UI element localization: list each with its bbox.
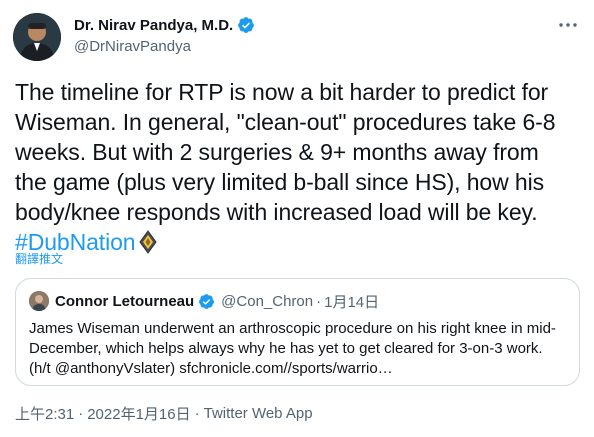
quoted-line: (h/t @anthonyVslater) sfchronicle.com//s… xyxy=(29,360,393,377)
more-dots-icon xyxy=(559,23,577,27)
quoted-author-name: Connor Letourneau xyxy=(55,292,195,310)
author-avatar-image xyxy=(13,13,61,61)
quoted-tweet[interactable]: Connor Letourneau @Con_Chron · 1月14日 Jam… xyxy=(15,278,580,386)
author-header: Dr. Nirav Pandya, M.D. @DrNiravPandya xyxy=(74,14,255,55)
tweet-time[interactable]: 上午2:31 xyxy=(15,403,74,424)
quoted-author-avatar xyxy=(29,291,49,311)
metadata-separator: · xyxy=(194,405,200,422)
author-display-name[interactable]: Dr. Nirav Pandya, M.D. xyxy=(74,17,233,34)
quoted-author-handle: @Con_Chron xyxy=(221,292,314,310)
dubnation-emoji-icon xyxy=(139,230,158,254)
verified-badge-icon xyxy=(238,17,255,33)
tweet-hashtag-line: #DubNation xyxy=(15,227,580,257)
verified-badge-icon xyxy=(199,293,215,309)
metadata-separator: · xyxy=(78,405,84,422)
tweet-line: the game (plus very limited b-ball since… xyxy=(15,169,545,195)
quoted-line: December, which helps always why he has … xyxy=(29,340,543,357)
quoted-line: James Wiseman underwent an arthroscopic … xyxy=(29,320,556,337)
quoted-tweet-text: James Wiseman underwent an arthroscopic … xyxy=(29,319,574,379)
quoted-avatar-image xyxy=(29,291,49,311)
tweet-line: The timeline for RTP is now a bit harder… xyxy=(15,79,549,105)
translate-tweet-link[interactable]: 翻譯推文 xyxy=(15,250,63,267)
quoted-separator: · xyxy=(316,292,322,310)
quoted-date: 1月14日 xyxy=(324,293,380,311)
quoted-tweet-header: Connor Letourneau @Con_Chron · 1月14日 xyxy=(29,291,379,311)
author-avatar[interactable] xyxy=(13,13,61,61)
tweet-metadata: 上午2:31 · 2022年1月16日 · Twitter Web App xyxy=(15,403,313,424)
tweet-line: weeks. But with 2 surgeries & 9+ months … xyxy=(15,139,539,165)
tweet-line: Wiseman. In general, "clean-out" procedu… xyxy=(15,109,556,135)
tweet-source-link[interactable]: Twitter Web App xyxy=(204,405,313,422)
author-handle[interactable]: @DrNiravPandya xyxy=(74,38,255,55)
more-options-button[interactable] xyxy=(558,18,578,32)
tweet-date[interactable]: 2022年1月16日 xyxy=(87,403,190,424)
tweet-line: body/knee responds with increased load w… xyxy=(15,199,538,225)
tweet-text: The timeline for RTP is now a bit harder… xyxy=(15,77,580,257)
